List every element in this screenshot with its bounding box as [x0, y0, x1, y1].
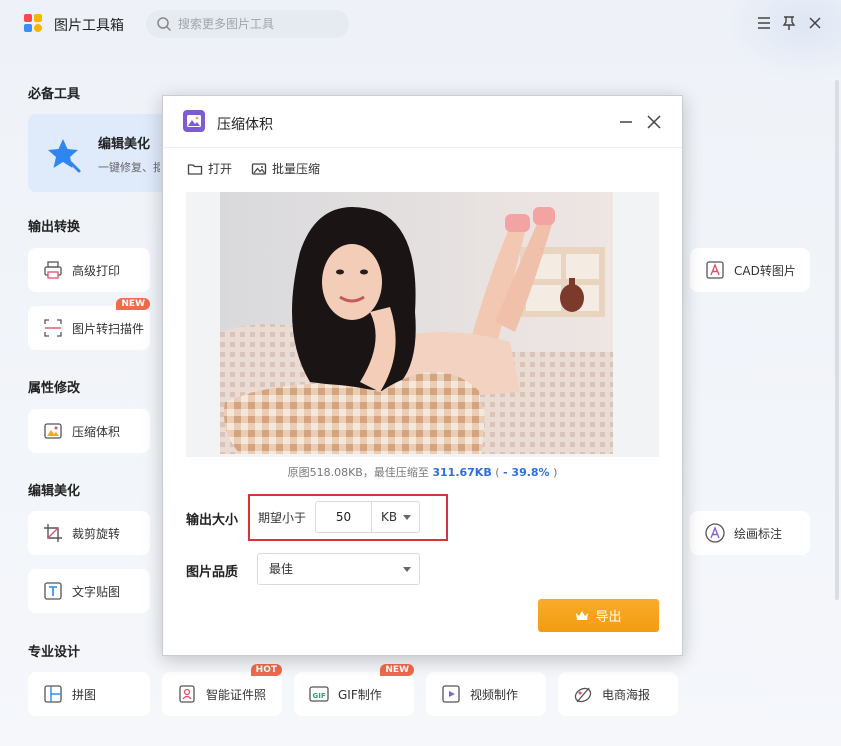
featured-subtitle: 一键修复、抠 [98, 161, 160, 174]
tool-cad-label: CAD转图片 [734, 263, 796, 278]
section-title-design: 专业设计 [28, 645, 81, 660]
tool-collage[interactable]: 拼图 [28, 672, 150, 716]
tool-crop-label: 裁剪旋转 [72, 526, 121, 541]
minimize-icon[interactable] [617, 113, 635, 131]
images-icon [251, 162, 267, 175]
tool-crop[interactable]: 裁剪旋转 [28, 511, 150, 555]
unit-value: KB [381, 510, 398, 524]
tool-scan[interactable]: 图片转扫描件 NEW [28, 298, 150, 350]
tool-video-label: 视频制作 [470, 687, 519, 702]
section-title-edit: 编辑美化 [28, 484, 81, 499]
dialog-close-icon[interactable] [645, 113, 663, 131]
search-box[interactable] [146, 10, 349, 38]
quality-value: 最佳 [269, 562, 294, 576]
tool-poster-label: 电商海报 [602, 687, 651, 702]
info-close-paren: ) [549, 466, 558, 479]
title-bar: 图片工具箱 [0, 0, 841, 50]
tool-text-label: 文字贴图 [72, 584, 121, 599]
quality-label: 图片品质 [186, 565, 239, 580]
image-preview [186, 192, 659, 457]
text-icon [44, 582, 62, 600]
featured-edit-card[interactable]: 编辑美化 一键修复、抠 [28, 114, 168, 192]
star-icon [48, 139, 81, 173]
tool-draw[interactable]: 绘画标注 [690, 511, 810, 555]
dialog-header: 压缩体积 [163, 96, 682, 148]
section-title-output: 输出转换 [28, 220, 81, 235]
info-original: 原图518.08KB，最佳压缩至 [287, 466, 433, 479]
app-logo-icon [24, 14, 44, 34]
chevron-down-icon [403, 515, 411, 520]
compress-dialog: 压缩体积 打开 批量压缩 原图518.08KB，最佳压缩至 311.67KB (… [162, 95, 683, 656]
crown-icon [576, 610, 589, 620]
export-button[interactable]: 导出 [538, 599, 659, 632]
size-input[interactable] [315, 501, 372, 533]
collage-icon [44, 685, 62, 703]
tool-cad[interactable]: CAD转图片 [690, 248, 810, 292]
new-badge: NEW [380, 664, 414, 676]
info-open-paren: ( [491, 466, 504, 479]
featured-title: 编辑美化 [98, 137, 151, 152]
gif-icon: GIF [309, 686, 329, 702]
video-icon [442, 685, 460, 703]
tool-print[interactable]: 高级打印 [28, 248, 150, 292]
pin-icon[interactable] [780, 14, 798, 32]
tool-gif-label: GIF制作 [338, 687, 382, 702]
folder-icon [187, 163, 203, 175]
app-title: 图片工具箱 [54, 18, 124, 34]
open-label: 打开 [208, 162, 233, 176]
svg-text:GIF: GIF [313, 692, 326, 700]
unit-select[interactable]: KB [371, 501, 420, 533]
output-size-label: 输出大小 [186, 513, 239, 528]
section-title-attributes: 属性修改 [28, 381, 81, 396]
export-label: 导出 [595, 610, 622, 625]
chevron-down-icon [403, 567, 411, 572]
menu-icon[interactable] [755, 14, 773, 32]
scrollbar[interactable] [835, 80, 839, 600]
tool-compress-label: 压缩体积 [72, 424, 121, 439]
compress-info: 原图518.08KB，最佳压缩至 311.67KB ( - 39.8% ) [163, 464, 682, 480]
crop-icon [44, 524, 62, 542]
open-button[interactable]: 打开 [187, 160, 232, 177]
preview-photo [220, 192, 613, 454]
compress-image-icon [44, 423, 62, 439]
dialog-title: 压缩体积 [217, 117, 273, 133]
hot-badge: HOT [250, 664, 282, 676]
tool-scan-label: 图片转扫描件 [72, 321, 145, 336]
printer-icon [44, 261, 62, 279]
search-icon [157, 17, 171, 31]
tool-text[interactable]: 文字贴图 [28, 569, 150, 613]
cad-icon [706, 261, 724, 279]
tool-compress[interactable]: 压缩体积 [28, 409, 150, 453]
tool-idphoto[interactable]: 智能证件照 HOT [162, 664, 282, 716]
tool-idphoto-label: 智能证件照 [206, 687, 267, 702]
quality-select[interactable]: 最佳 [257, 553, 420, 585]
search-input[interactable] [178, 14, 338, 34]
id-photo-icon [179, 685, 195, 703]
tool-gif[interactable]: GIF GIF制作 NEW [294, 664, 414, 716]
tool-video[interactable]: 视频制作 [426, 672, 546, 716]
batch-compress-button[interactable]: 批量压缩 [251, 160, 320, 177]
compress-app-icon [183, 110, 205, 132]
close-icon[interactable] [806, 14, 824, 32]
tool-print-label: 高级打印 [72, 263, 121, 278]
scan-icon [44, 319, 62, 337]
batch-compress-label: 批量压缩 [272, 162, 321, 176]
tool-poster[interactable]: 电商海报 [558, 672, 678, 716]
info-best-size: 311.67KB [432, 466, 492, 479]
info-percent: - 39.8% [503, 466, 550, 479]
draw-icon [705, 523, 725, 543]
poster-icon [574, 687, 592, 703]
new-badge: NEW [116, 298, 150, 310]
tool-draw-label: 绘画标注 [734, 526, 783, 541]
tool-collage-label: 拼图 [72, 687, 97, 702]
section-title-essential: 必备工具 [28, 87, 81, 102]
expect-label: 期望小于 [258, 511, 307, 525]
